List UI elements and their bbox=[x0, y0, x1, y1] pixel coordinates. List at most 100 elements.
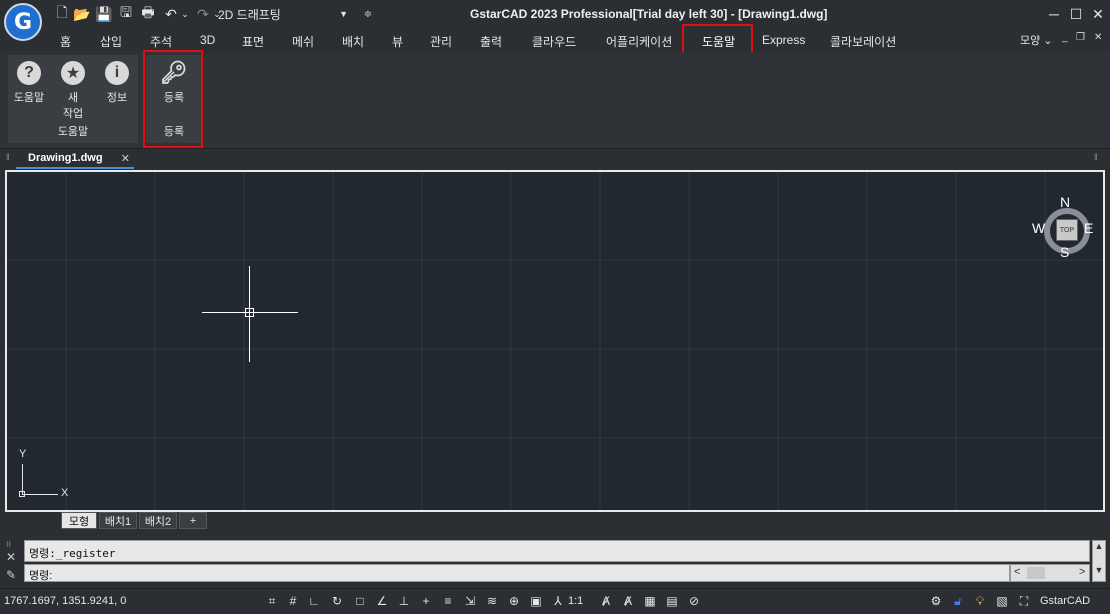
tab-insert[interactable]: 삽입 bbox=[100, 33, 122, 50]
command-horizontal-scrollbar[interactable]: < > bbox=[1010, 564, 1090, 582]
annotation-visibility-icon[interactable]: Ⱥ bbox=[598, 593, 614, 609]
ucs-x-label: X bbox=[61, 487, 69, 499]
tab-applications[interactable]: 어플리케이션 bbox=[606, 33, 672, 50]
tab-scroll-right-icon[interactable]: ‖ bbox=[1094, 152, 1098, 162]
help-group-label: 도움말 bbox=[57, 126, 89, 138]
redo-icon[interactable]: ↷ bbox=[194, 5, 212, 23]
settings-icon[interactable]: ⚙ bbox=[928, 593, 944, 609]
lightbulb-icon[interactable]: 💡︎ bbox=[972, 593, 988, 609]
new-file-icon[interactable]: 🗋 bbox=[54, 4, 70, 23]
star-icon: ★ bbox=[61, 61, 85, 85]
print-icon[interactable]: 🖶 bbox=[140, 4, 156, 23]
tab-home[interactable]: 홈 bbox=[60, 33, 71, 50]
new-features-button[interactable]: ★ 새 작업 bbox=[56, 61, 90, 121]
scroll-thumb[interactable] bbox=[1027, 567, 1045, 579]
save-icon[interactable]: 💾 bbox=[95, 5, 112, 23]
highlight-help-tab bbox=[682, 24, 753, 54]
layout-tab-layout1[interactable]: 배치1 bbox=[99, 512, 137, 529]
command-input[interactable]: 명령: bbox=[24, 564, 1010, 582]
annotation-scale-icon[interactable]: ⅄ bbox=[550, 593, 566, 609]
layers-icon[interactable]: ≋ bbox=[484, 593, 500, 609]
layout-tabs: 모형 배치1 배치2 + bbox=[5, 512, 1105, 530]
open-folder-icon[interactable]: 📂 bbox=[73, 5, 90, 23]
new-features-label: 새 작업 bbox=[62, 92, 84, 120]
clean-screen-icon[interactable]: ⛶ bbox=[1016, 593, 1032, 609]
tab-surface[interactable]: 표면 bbox=[242, 33, 264, 50]
maximize-button[interactable]: ☐ bbox=[1066, 4, 1086, 24]
ribbon-minimize-icon[interactable]: _ bbox=[1062, 32, 1068, 43]
compass-north[interactable]: N bbox=[1060, 194, 1070, 210]
customize-toolbar-icon[interactable]: ≑ bbox=[362, 5, 374, 23]
minimize-button[interactable]: ─ bbox=[1044, 4, 1064, 24]
close-document-icon[interactable]: ✕ bbox=[121, 152, 130, 165]
tab-express[interactable]: Express bbox=[762, 33, 805, 47]
tab-annotate[interactable]: 주석 bbox=[150, 33, 172, 50]
dynamic-input-icon[interactable]: + bbox=[418, 593, 434, 609]
workspace-dropdown[interactable]: 2D 드래프팅 ▼ bbox=[218, 4, 352, 24]
grid-icon[interactable]: # bbox=[285, 593, 301, 609]
zoom-icon[interactable]: ⊕ bbox=[506, 593, 522, 609]
ucs-y-label: Y bbox=[19, 448, 27, 460]
undo-dropdown-icon[interactable]: ⌄ bbox=[180, 5, 190, 23]
hardware-acceleration-icon[interactable]: ▧ bbox=[994, 593, 1010, 609]
selection-cycling-icon[interactable]: ⇲ bbox=[462, 593, 478, 609]
about-button[interactable]: i 정보 bbox=[100, 61, 134, 105]
auto-scale-icon[interactable]: Ⱥ bbox=[620, 593, 636, 609]
close-command-line-icon[interactable]: ✕ bbox=[6, 550, 16, 564]
ribbon-close-icon[interactable]: ✕ bbox=[1094, 32, 1102, 43]
command-vertical-scrollbar[interactable]: ▲ ▼ bbox=[1092, 540, 1106, 582]
compass-south[interactable]: S bbox=[1060, 244, 1069, 260]
transparency-icon[interactable]: ▦ bbox=[642, 593, 658, 609]
properties-icon[interactable]: ▤ bbox=[664, 593, 680, 609]
close-button[interactable]: ✕ bbox=[1088, 4, 1108, 24]
ucs-origin bbox=[19, 491, 25, 497]
otrack-icon[interactable]: ∠ bbox=[374, 593, 390, 609]
ribbon-tabs: 홈 삽입 주석 3D 표면 메쉬 배치 뷰 관리 출력 클라우드 어플리케이션 … bbox=[0, 24, 1110, 54]
document-tab[interactable]: Drawing1.dwg ✕ bbox=[16, 149, 134, 169]
osnap-icon[interactable]: □ bbox=[352, 593, 368, 609]
layout-tab-model[interactable]: 모형 bbox=[61, 512, 97, 529]
tab-manage[interactable]: 관리 bbox=[430, 33, 452, 50]
ribbon-restore-icon[interactable]: ❐ bbox=[1076, 32, 1085, 43]
status-app-name: GstarCAD bbox=[1040, 595, 1091, 607]
compass-west[interactable]: W bbox=[1032, 220, 1045, 236]
chevron-down-icon: ▼ bbox=[339, 9, 348, 19]
tab-mesh[interactable]: 메쉬 bbox=[292, 33, 314, 50]
compass-east[interactable]: E bbox=[1084, 220, 1093, 236]
viewport-icon[interactable]: ▣ bbox=[528, 593, 544, 609]
annotation-scale-value[interactable]: 1:1 bbox=[568, 595, 583, 607]
tab-output[interactable]: 출력 bbox=[480, 33, 502, 50]
scroll-left-icon[interactable]: < bbox=[1014, 566, 1020, 578]
tab-cloud[interactable]: 클라우드 bbox=[532, 33, 576, 50]
tab-layout[interactable]: 배치 bbox=[342, 33, 364, 50]
tab-collaboration[interactable]: 콜라보레이션 bbox=[830, 33, 896, 50]
snap-icon[interactable]: ⌗ bbox=[264, 593, 280, 609]
viewcube[interactable]: TOP N S E W bbox=[1032, 194, 1102, 266]
save-as-icon[interactable]: 🖫 bbox=[118, 4, 134, 23]
ucs-y-axis bbox=[22, 464, 23, 494]
drawing-canvas[interactable]: TOP N S E W Y X bbox=[5, 170, 1105, 512]
tab-scroll-left-icon[interactable]: ‖ bbox=[6, 152, 10, 162]
scroll-right-icon[interactable]: > bbox=[1079, 566, 1085, 578]
lineweight-icon[interactable]: ≡ bbox=[440, 593, 456, 609]
customize-command-icon[interactable]: ✎ bbox=[6, 568, 16, 582]
polar-icon[interactable]: ↻ bbox=[329, 593, 345, 609]
layout-tab-layout2[interactable]: 배치2 bbox=[139, 512, 177, 529]
tab-3d[interactable]: 3D bbox=[200, 33, 215, 47]
info-icon: i bbox=[105, 61, 129, 85]
scroll-up-icon[interactable]: ▲ bbox=[1093, 541, 1105, 551]
viewcube-top-face[interactable]: TOP bbox=[1056, 219, 1078, 241]
ortho-icon[interactable]: ∟ bbox=[306, 593, 322, 609]
help-button[interactable]: ? 도움말 bbox=[12, 61, 46, 105]
style-menu[interactable]: 모양 ⌄ bbox=[1020, 32, 1053, 48]
undo-icon[interactable]: ↶ bbox=[162, 5, 180, 23]
add-layout-button[interactable]: + bbox=[179, 512, 207, 529]
grip-icon[interactable]: ⁝⁝ bbox=[6, 540, 11, 549]
isolate-icon[interactable]: ⊘ bbox=[686, 593, 702, 609]
dynamic-ucs-icon[interactable]: ⊥ bbox=[396, 593, 412, 609]
scroll-down-icon[interactable]: ▼ bbox=[1093, 565, 1105, 575]
command-line: ⁝⁝ ✕ ✎ 명령:_register 명령: < > ▲ ▼ bbox=[0, 538, 1110, 584]
lock-icon[interactable]: 🔓︎ bbox=[950, 593, 966, 609]
command-history: 명령:_register bbox=[24, 540, 1090, 562]
tab-view[interactable]: 뷰 bbox=[392, 33, 403, 50]
